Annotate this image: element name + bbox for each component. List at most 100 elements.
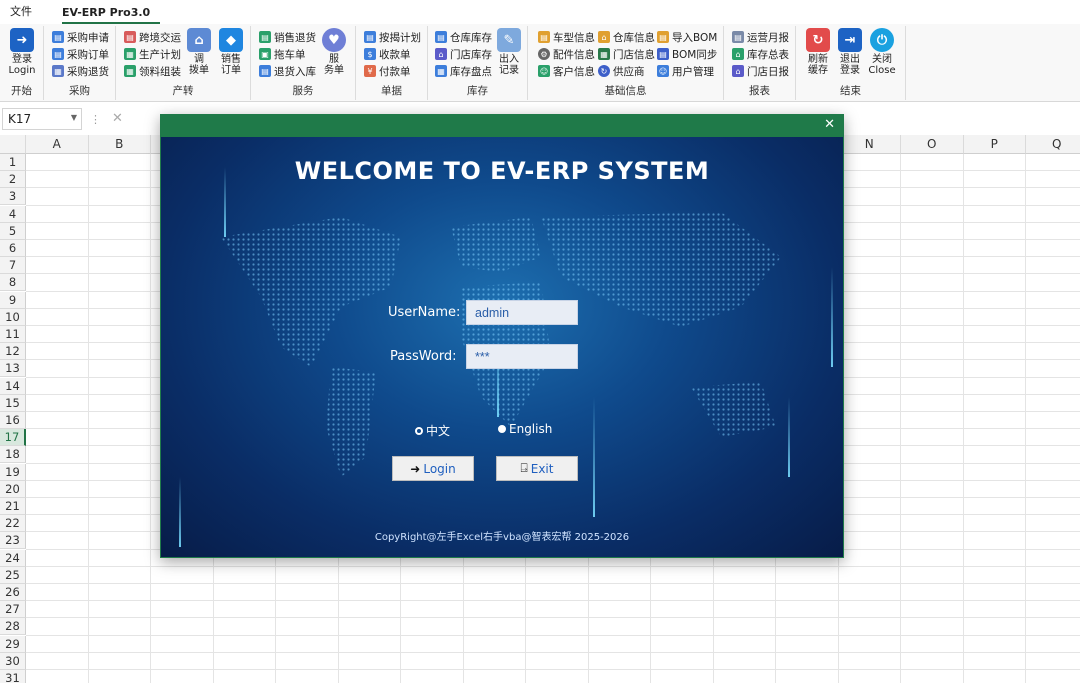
row-header[interactable]: 24 [0,549,26,567]
column-header[interactable]: N [838,135,901,154]
grid-line [900,154,901,683]
sales-return-button[interactable]: ▤ 销售退货 [259,29,316,45]
column-header[interactable]: P [963,135,1026,154]
import-bom-button[interactable]: ▤ 导入BOM [657,29,717,45]
payment-icon: ¥ [364,65,376,77]
row-header[interactable]: 8 [0,274,26,292]
sales-return-icon: ▤ [259,31,271,43]
group-label-end: 结束 [840,85,861,97]
close-app-button[interactable]: ⏻ 关闭 Close [867,28,897,76]
row-header[interactable]: 7 [0,257,26,275]
lang-radio-english[interactable]: English [498,422,552,436]
store-daily-button[interactable]: ⌂ 门店日报 [732,63,789,79]
chevron-down-icon[interactable]: ▼ [71,113,77,122]
column-header[interactable]: A [26,135,89,154]
row-header[interactable]: 10 [0,308,26,326]
row-header[interactable]: 29 [0,635,26,653]
material-assembly-button[interactable]: ▦ 领料组装 [124,63,181,79]
row-header[interactable]: 5 [0,222,26,240]
name-box[interactable]: K17 ▼ [2,108,82,130]
transfer-order-button[interactable]: ⌂ 调 拨单 [184,28,214,76]
row-header[interactable]: 2 [0,171,26,189]
dialog-body: WELCOME TO EV-ERP SYSTEM UserName: PassW… [161,137,843,557]
store-info-button[interactable]: ▦ 门店信息 [598,46,655,62]
row-header[interactable]: 13 [0,360,26,378]
row-header[interactable]: 23 [0,532,26,550]
user-icon: ☺ [657,65,669,77]
column-header[interactable]: Q [1026,135,1080,154]
row-header[interactable]: 17 [0,429,26,447]
row-header[interactable]: 9 [0,291,26,309]
row-header[interactable]: 12 [0,343,26,361]
sales-order-button[interactable]: ◆ 销售 订单 [216,28,246,76]
dialog-titlebar[interactable]: ✕ [161,115,843,137]
service-order-button[interactable]: ♥ 服 务单 [319,28,349,76]
column-header[interactable]: B [88,135,151,154]
login-ribbon-button[interactable]: ➜ 登录 Login [7,28,37,76]
row-header[interactable]: 22 [0,515,26,533]
close-icon[interactable]: ✕ [824,117,835,132]
row-header[interactable]: 31 [0,670,26,683]
mortgage-plan-button[interactable]: ▤ 按揭计划 [364,29,421,45]
row-header[interactable]: 11 [0,326,26,343]
user-manage-button[interactable]: ☺ 用户管理 [657,63,714,79]
column-header[interactable]: O [901,135,964,154]
bom-sync-button[interactable]: ▤ BOM同步 [657,46,717,62]
tow-order-button[interactable]: ▣ 拖车单 [259,46,306,62]
purchase-return-button[interactable]: ▦ 采购退货 [52,63,109,79]
login-dialog: ✕ WELCOME TO EV-ERP SYSTEM UserName: Pas… [160,114,844,558]
stock-summary-button[interactable]: ⌂ 库存总表 [732,46,789,62]
bom-sync-icon: ▤ [657,48,669,60]
username-input[interactable] [466,300,578,325]
power-icon: ⏻ [870,28,894,52]
purchase-order-button[interactable]: ▤ 采购订单 [52,46,109,62]
row-header[interactable]: 25 [0,566,26,584]
warehouse-stock-button[interactable]: ▤ 仓库库存 [435,29,492,45]
monthly-report-button[interactable]: ▤ 运营月报 [732,29,789,45]
row-header[interactable]: 4 [0,205,26,223]
inout-record-button[interactable]: ✎ 出入 记录 [494,28,524,76]
payment-button[interactable]: ¥ 付款单 [364,63,411,79]
store-stock-button[interactable]: ⌂ 门店库存 [435,46,492,62]
store-stock-icon: ⌂ [435,48,447,60]
warehouse-info-button[interactable]: ⌂ 仓库信息 [598,29,655,45]
purchase-request-button[interactable]: ▤ 采购申请 [52,29,109,45]
exit-button[interactable]: ⍈ Exit [496,456,578,481]
refresh-cache-button[interactable]: ↻ 刷新 缓存 [803,28,833,76]
receipt-button[interactable]: $ 收款单 [364,46,411,62]
row-header[interactable]: 21 [0,498,26,515]
logout-icon: ⇥ [838,28,862,52]
tab-file[interactable]: 文件 [10,3,42,24]
cross-border-button[interactable]: ▤ 跨境交运 [124,29,181,45]
row-header[interactable]: 28 [0,618,26,636]
row-header[interactable]: 16 [0,412,26,429]
user-manage-label: 用户管理 [672,65,714,78]
password-input[interactable] [466,344,578,369]
row-header[interactable]: 6 [0,240,26,257]
row-header[interactable]: 18 [0,446,26,464]
row-header[interactable]: 20 [0,480,26,498]
row-header[interactable]: 14 [0,377,26,395]
row-header[interactable]: 19 [0,463,26,481]
stock-count-button[interactable]: ▦ 库存盘点 [435,63,492,79]
row-header[interactable]: 15 [0,394,26,412]
production-plan-button[interactable]: ▦ 生产计划 [124,46,181,62]
row-header[interactable]: 26 [0,584,26,601]
select-all-corner[interactable] [0,135,26,154]
row-header[interactable]: 27 [0,601,26,619]
row-header[interactable]: 3 [0,188,26,206]
row-header[interactable]: 30 [0,652,26,670]
logout-button[interactable]: ⇥ 退出 登录 [835,28,865,76]
cancel-icon[interactable]: ✕ [112,111,123,126]
more-icon: ⋮ [90,113,101,126]
row-header[interactable]: 1 [0,154,26,171]
tab-ev-erp[interactable]: EV-ERP Pro3.0 [62,6,161,24]
return-stock-button[interactable]: ▤ 退货入库 [259,63,316,79]
parts-info-button[interactable]: ⚙ 配件信息 [538,46,595,62]
name-box-value: K17 [8,112,32,126]
car-model-button[interactable]: ▤ 车型信息 [538,29,595,45]
customer-info-button[interactable]: ☺ 客户信息 [538,63,595,79]
login-button[interactable]: ➜ Login [392,456,474,481]
lang-radio-chinese[interactable]: 中文 [415,422,450,439]
supplier-button[interactable]: ↻ 供应商 [598,63,645,79]
